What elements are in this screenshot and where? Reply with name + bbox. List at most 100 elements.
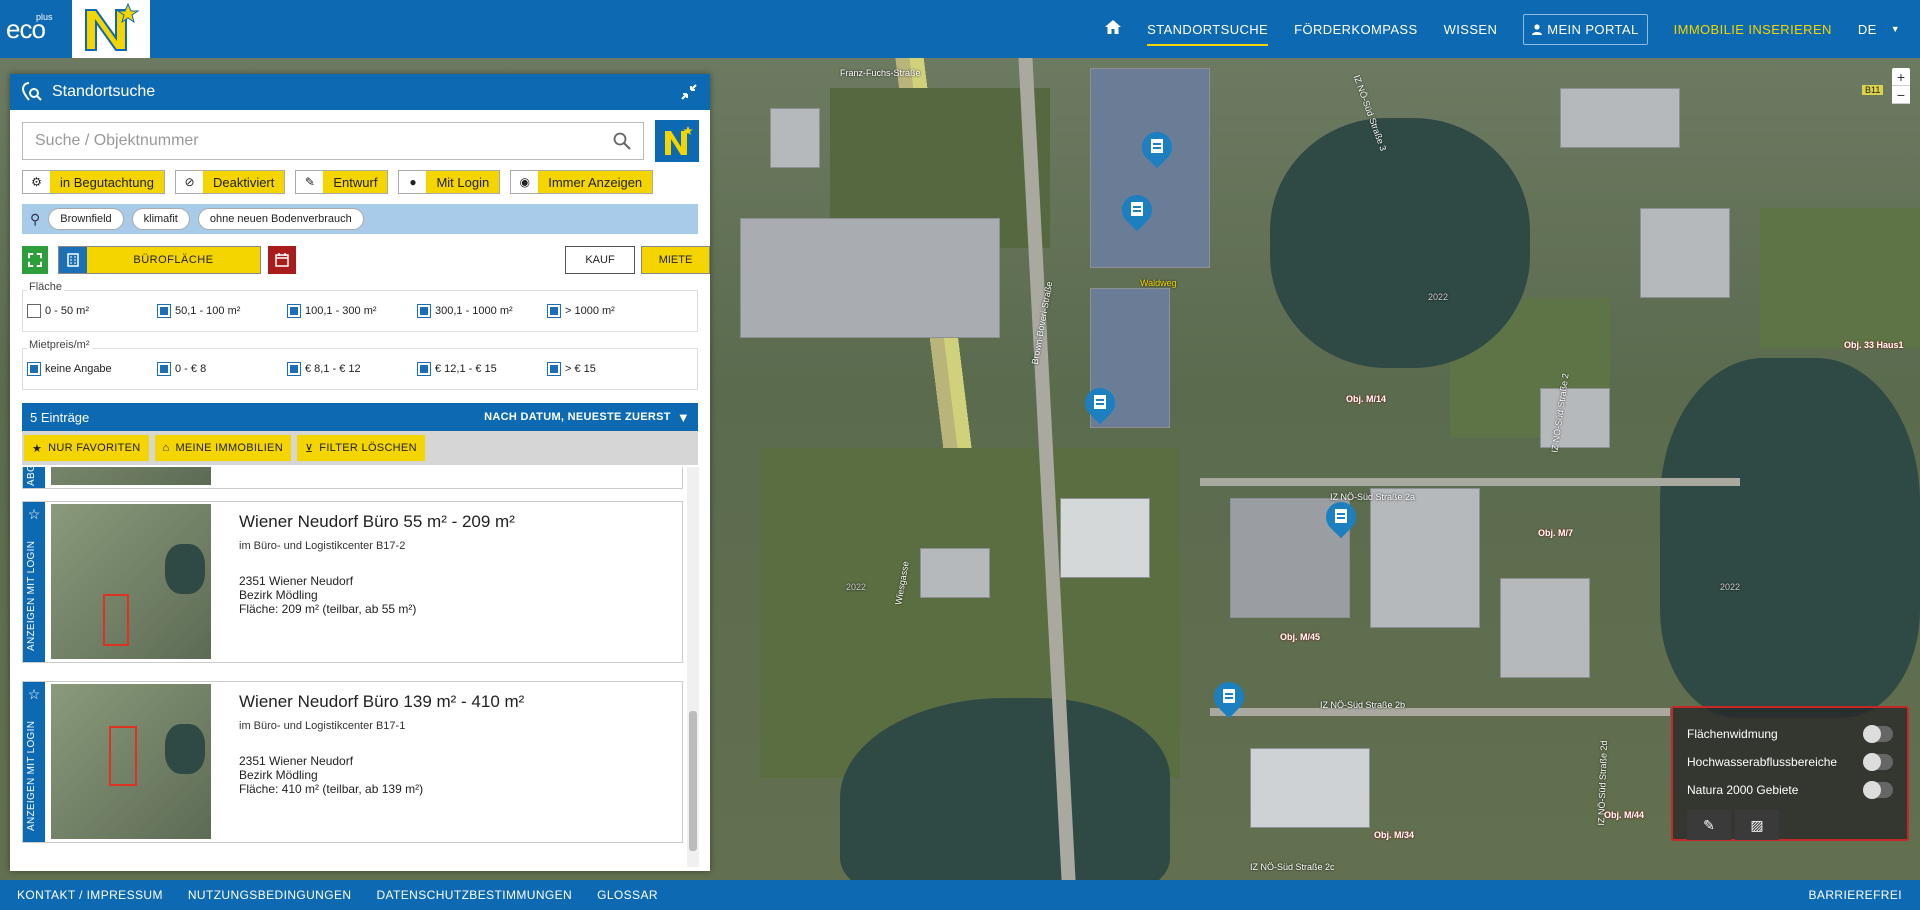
listing-address: 2351 Wiener Neudorf [239, 574, 354, 588]
building [1640, 208, 1730, 298]
nav-foerderkompass[interactable]: FÖRDERKOMPASS [1294, 22, 1417, 37]
list-item[interactable]: ☆ ANZEIGEN MIT LOGIN Wiener Neudorf Büro… [22, 501, 683, 663]
favorite-star-icon[interactable]: ☆ [23, 506, 45, 523]
footer-link-nutzungsbedingungen[interactable]: NUTZUNGSBEDINGUNGEN [188, 888, 352, 902]
nav-wissen[interactable]: WISSEN [1444, 22, 1498, 37]
map-marker-building[interactable] [1078, 381, 1122, 426]
pencil-icon[interactable]: ✎ [1687, 810, 1731, 840]
tag-brownfield[interactable]: Brownfield [48, 208, 124, 230]
map-marker-building[interactable] [1115, 188, 1159, 233]
building-icon [1131, 202, 1143, 216]
noe-n-logo-icon [72, 0, 150, 58]
house-user-icon: ⌂ [162, 442, 170, 454]
building [1370, 488, 1480, 628]
mietpreis-option[interactable]: € 8,1 - € 12 [287, 362, 417, 376]
qb-label: NUR FAVORITEN [48, 442, 141, 454]
results-list[interactable]: ABG ☆ ANZEIGEN MIT LOGIN Wiener Neudorf … [22, 467, 698, 867]
flaeche-option[interactable]: 300,1 - 1000 m² [417, 304, 547, 318]
zoom-in-button[interactable]: + [1892, 68, 1910, 86]
nur-favoriten-button[interactable]: ★ NUR FAVORITEN [24, 435, 149, 461]
calendar-icon[interactable] [268, 246, 296, 274]
mietpreis-checkbox[interactable] [157, 362, 171, 376]
footer-link-glossar[interactable]: GLOSSAR [597, 888, 658, 902]
filter-deaktiviert[interactable]: ⊘ Deaktiviert [174, 170, 286, 194]
footer-link-barrierefrei[interactable]: BARRIEREFREI [1809, 888, 1902, 902]
object-label: Obj. M/7 [1538, 528, 1574, 538]
miete-toggle[interactable]: MIETE [641, 246, 710, 274]
filter-entwurf[interactable]: ✎ Entwurf [295, 170, 389, 194]
favorite-star-icon[interactable]: ☆ [23, 686, 45, 703]
flaeche-option[interactable]: 50,1 - 100 m² [157, 304, 287, 318]
mietpreis-checkbox[interactable] [27, 362, 41, 376]
kauf-toggle[interactable]: KAUF [565, 246, 635, 274]
meine-immobilien-button[interactable]: ⌂ MEINE IMMOBILIEN [154, 435, 291, 461]
filter-immer-anzeigen[interactable]: ◉ Immer Anzeigen [510, 170, 654, 194]
mietpreis-option[interactable]: € 12,1 - € 15 [417, 362, 547, 376]
layer-label: Hochwasserabflussbereiche [1687, 755, 1838, 769]
list-item[interactable]: ABG [22, 467, 683, 489]
language-select[interactable]: DE ▼ [1858, 22, 1900, 37]
nav-standortsuche[interactable]: STANDORTSUCHE [1147, 22, 1269, 46]
sort-dropdown[interactable]: NACH DATUM, NEUESTE ZUERST ▼ [484, 410, 690, 425]
mein-portal-button[interactable]: MEIN PORTAL [1523, 13, 1648, 45]
mietpreis-checkbox[interactable] [417, 362, 431, 376]
list-item[interactable]: ☆ ANZEIGEN MIT LOGIN Wiener Neudorf Büro… [22, 681, 683, 843]
tag-klimafit[interactable]: klimafit [131, 208, 190, 230]
building [770, 108, 820, 168]
layer-row: Flächenwidmung [1687, 720, 1893, 748]
home-icon[interactable] [1105, 19, 1122, 39]
qb-label: FILTER LÖSCHEN [319, 442, 417, 454]
filter-in-begutachtung[interactable]: ⚙ in Begutachtung [22, 170, 165, 194]
flaeche-checkbox[interactable] [27, 304, 41, 318]
scrollbar-thumb[interactable] [689, 711, 697, 851]
results-scrollbar[interactable] [687, 467, 699, 867]
layer-row: Natura 2000 Gebiete [1687, 776, 1893, 804]
filter-mit-login[interactable]: ● Mit Login [398, 170, 501, 194]
imagery-year-label: 2022 [1428, 292, 1449, 302]
flaeche-checkbox[interactable] [547, 304, 561, 318]
road-number-label: B11 [1862, 85, 1884, 95]
office-building-icon [59, 247, 87, 273]
flaeche-checkbox[interactable] [157, 304, 171, 318]
filter-loeschen-button[interactable]: ⊻ FILTER LÖSCHEN [296, 435, 425, 461]
flaeche-option[interactable]: 100,1 - 300 m² [287, 304, 417, 318]
mietpreis-option[interactable]: keine Angabe [27, 362, 157, 376]
layer-toggle-natura[interactable] [1863, 781, 1893, 799]
zoom-out-button[interactable]: − [1892, 86, 1910, 104]
map-marker-building[interactable] [1319, 495, 1363, 540]
layer-toggle-hochwasser[interactable] [1863, 753, 1893, 771]
collapse-icon[interactable] [680, 83, 698, 101]
search-input[interactable] [35, 132, 613, 150]
listing-details: 2351 Wiener Neudorf Bezirk Mödling Fläch… [239, 574, 416, 616]
map-marker-building[interactable] [1135, 125, 1179, 170]
flaeche-option[interactable]: > 1000 m² [547, 304, 677, 318]
mietpreis-option[interactable]: > € 15 [547, 362, 677, 376]
building [920, 548, 990, 598]
ecoplus-logo[interactable]: eco plus [0, 0, 150, 58]
tag-ohne-bodenverbrauch[interactable]: ohne neuen Bodenverbrauch [197, 208, 364, 230]
listing-title[interactable]: Wiener Neudorf Büro 55 m² - 209 m² [239, 512, 515, 532]
flaeche-option[interactable]: 0 - 50 m² [27, 304, 157, 318]
footer-link-kontakt[interactable]: KONTAKT / IMPRESSUM [17, 888, 163, 902]
street-label: IZ NÖ-Süd Straße 2a [1330, 492, 1416, 502]
listing-title[interactable]: Wiener Neudorf Büro 139 m² - 410 m² [239, 692, 524, 712]
flaeche-checkbox[interactable] [417, 304, 431, 318]
mietpreis-option[interactable]: 0 - € 8 [157, 362, 287, 376]
area-select-icon[interactable] [22, 246, 48, 274]
mietpreis-checkbox[interactable] [547, 362, 561, 376]
footer-link-datenschutz[interactable]: DATENSCHUTZBESTIMMUNGEN [376, 888, 572, 902]
flaeche-checkbox[interactable] [287, 304, 301, 318]
layer-toggle-flaechenwidmung[interactable] [1863, 725, 1893, 743]
immobilie-inserieren-link[interactable]: IMMOBILIE INSERIEREN [1674, 22, 1832, 37]
flaeche-option-label: 0 - 50 m² [45, 305, 90, 317]
layer-panel: Flächenwidmung Hochwasserabflussbereiche… [1671, 706, 1909, 841]
imagery-year-label: 2022 [846, 582, 867, 592]
search-icon[interactable] [613, 132, 631, 150]
top-navigation-bar: eco plus STANDORTSUCHE FÖRDERKOMPASS WIS… [0, 0, 1920, 58]
type-buerflaeche-button[interactable]: BÜROFLÄCHE [58, 246, 261, 274]
mietpreis-checkbox[interactable] [287, 362, 301, 376]
hatch-area-icon[interactable]: ▨ [1735, 810, 1779, 840]
map-marker-building[interactable] [1207, 675, 1251, 720]
lake-south [840, 698, 1170, 880]
panel-title: Standortsuche [52, 83, 156, 100]
